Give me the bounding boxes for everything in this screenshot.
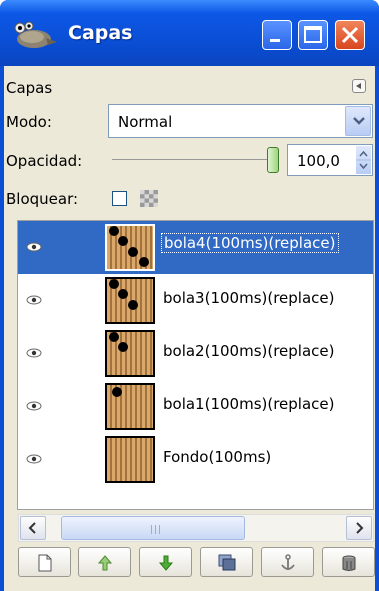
chevron-left-icon	[28, 522, 36, 534]
layer-thumbnail	[105, 277, 155, 324]
layer-row[interactable]: bola3(100ms)(replace)	[18, 274, 373, 327]
new-layer-icon	[38, 554, 52, 572]
raise-layer-icon	[97, 555, 113, 571]
close-icon	[341, 26, 359, 44]
title-bar[interactable]: Capas	[0, 0, 379, 66]
minimize-button[interactable]	[262, 20, 292, 50]
duplicate-layer-button[interactable]	[200, 547, 253, 577]
lower-layer-button[interactable]	[139, 547, 192, 577]
layer-name[interactable]: bola2(100ms)(replace)	[163, 342, 335, 360]
scroll-left-button[interactable]	[20, 516, 46, 540]
layer-row[interactable]: Fondo(100ms)	[18, 433, 373, 486]
scroll-grip: |||	[150, 525, 163, 535]
chevron-right-icon	[356, 522, 364, 534]
eye-icon[interactable]	[26, 242, 42, 252]
lower-layer-icon	[158, 555, 174, 571]
scroll-right-button[interactable]	[346, 516, 372, 540]
mode-select[interactable]: Normal	[108, 104, 373, 138]
layer-thumbnail	[105, 436, 155, 483]
layer-thumbnail	[105, 330, 155, 377]
chevron-down-icon	[353, 117, 365, 125]
anchor-layer-button[interactable]	[261, 547, 314, 577]
duplicate-layer-icon	[218, 554, 236, 571]
mode-value: Normal	[118, 113, 173, 131]
alpha-channel-icon	[140, 190, 158, 207]
new-layer-button[interactable]	[18, 547, 71, 577]
opacity-slider-thumb[interactable]	[267, 147, 279, 173]
layer-row[interactable]: bola4(100ms)(replace)	[18, 221, 373, 274]
panel-menu-button[interactable]	[352, 79, 366, 93]
layer-thumbnail	[105, 224, 155, 271]
delete-layer-button[interactable]	[322, 547, 375, 577]
opacity-value: 100,0	[297, 152, 340, 170]
horizontal-scrollbar[interactable]: |||	[18, 514, 374, 542]
layers-list: bola4(100ms)(replace) bola3(100ms)(repla…	[17, 220, 374, 510]
layer-name[interactable]: bola3(100ms)(replace)	[163, 289, 335, 307]
layer-row[interactable]: bola2(100ms)(replace)	[18, 327, 373, 380]
opacity-spin-buttons[interactable]	[356, 146, 371, 174]
gimp-app-icon	[14, 21, 57, 48]
minimize-icon	[270, 39, 280, 42]
layer-row[interactable]: bola1(100ms)(replace)	[18, 380, 373, 433]
opacity-label: Opacidad:	[6, 152, 83, 170]
eye-icon[interactable]	[26, 401, 42, 411]
lock-alpha-checkbox[interactable]	[112, 191, 127, 206]
mode-label: Modo:	[6, 113, 52, 131]
window-title: Capas	[68, 22, 133, 44]
layers-window: Capas Capas Modo: Normal Opacidad: 100,0…	[0, 0, 379, 591]
opacity-spinbox[interactable]: 100,0	[287, 144, 373, 176]
lock-label: Bloquear:	[6, 190, 79, 208]
layer-thumbnail	[105, 383, 155, 430]
raise-layer-button[interactable]	[78, 547, 131, 577]
maximize-button[interactable]	[298, 20, 328, 50]
eye-icon[interactable]	[26, 454, 42, 464]
close-button[interactable]	[335, 20, 365, 50]
layer-name[interactable]: bola4(100ms)(replace)	[161, 233, 339, 253]
eye-icon[interactable]	[26, 295, 42, 305]
eye-icon[interactable]	[26, 348, 42, 358]
opacity-slider-track[interactable]	[112, 159, 274, 160]
scroll-thumb[interactable]: |||	[61, 516, 245, 540]
delete-layer-icon	[342, 555, 356, 571]
mode-dropdown-button[interactable]	[345, 106, 371, 136]
layer-name[interactable]: bola1(100ms)(replace)	[163, 395, 335, 413]
spin-arrows-icon	[356, 150, 371, 170]
layer-name[interactable]: Fondo(100ms)	[163, 448, 271, 466]
maximize-icon	[304, 26, 322, 43]
anchor-layer-icon	[281, 554, 295, 570]
panel-label: Capas	[6, 79, 53, 97]
